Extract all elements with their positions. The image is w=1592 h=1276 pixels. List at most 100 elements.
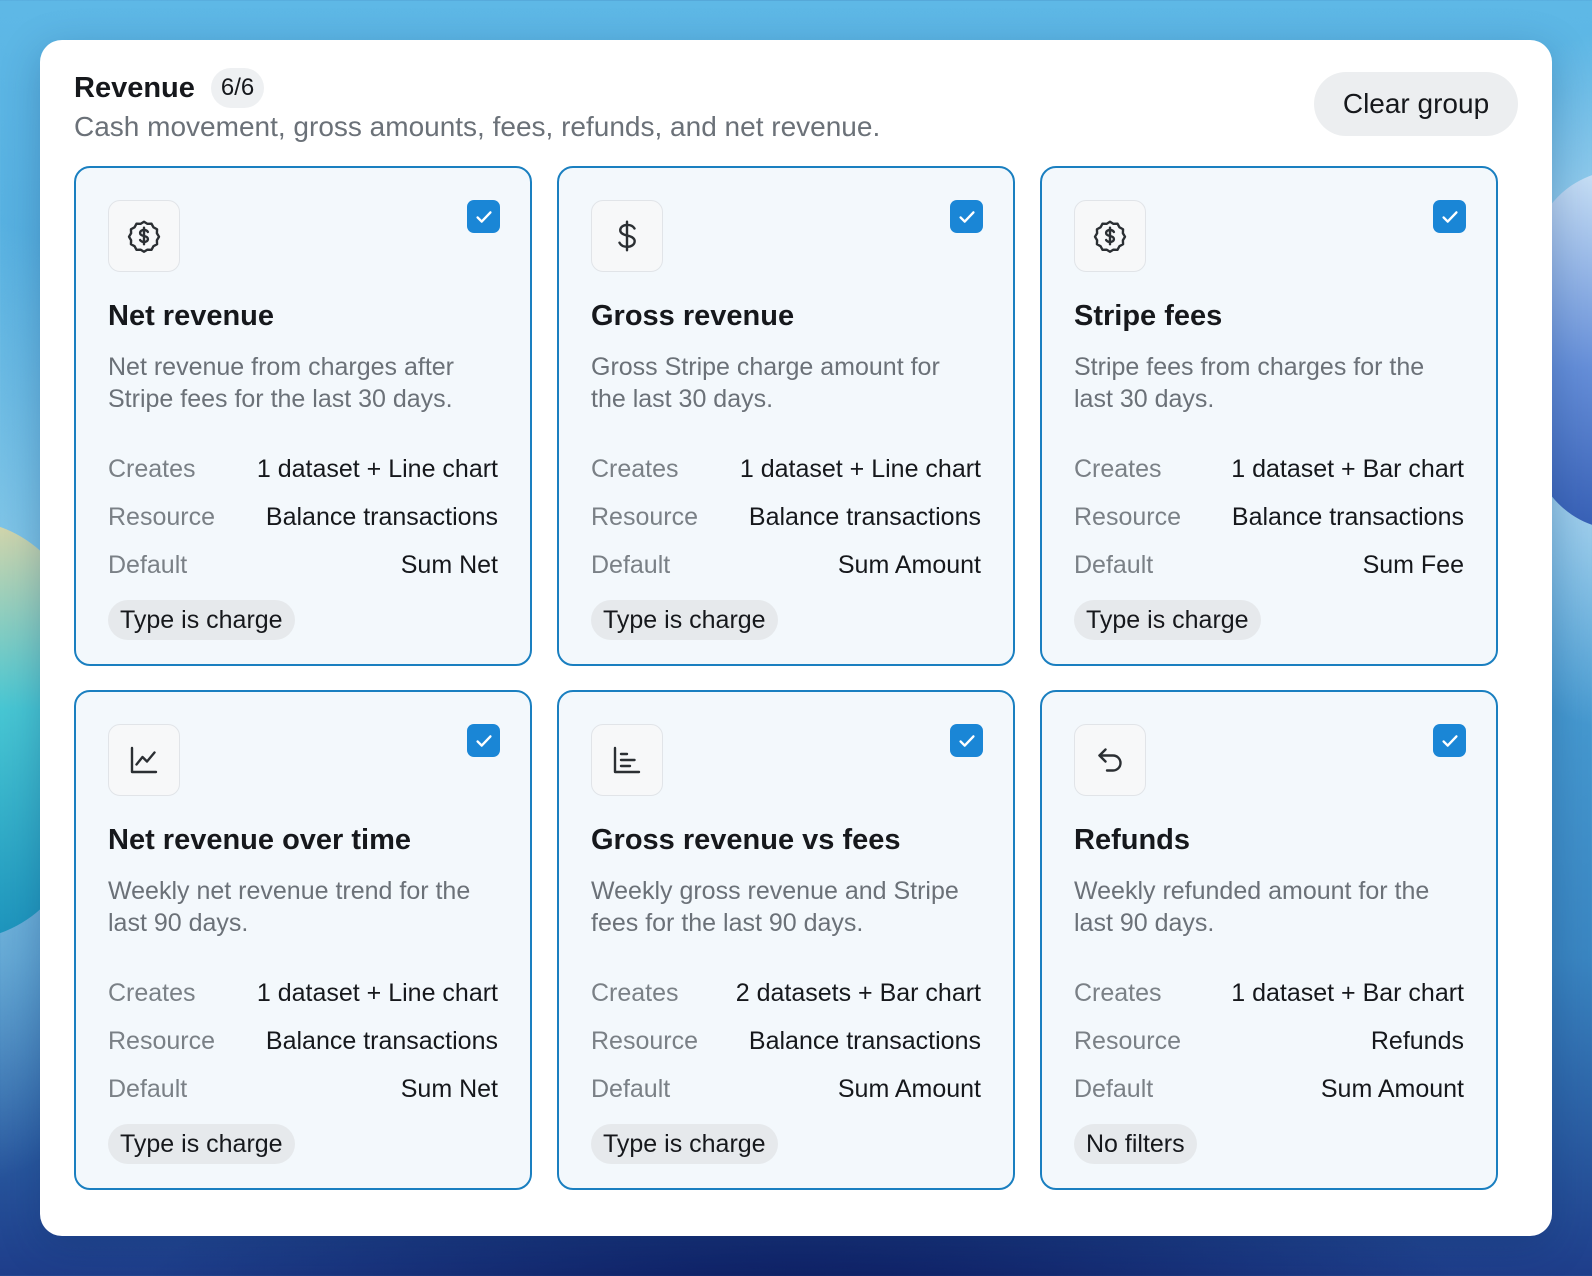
group-title-row: Revenue 6/6 xyxy=(74,66,1518,110)
checkbox-checked[interactable] xyxy=(1433,724,1466,757)
filter-chip: No filters xyxy=(1074,1124,1197,1164)
meta-label: Creates xyxy=(1074,454,1162,483)
group-header: Revenue 6/6 Cash movement, gross amounts… xyxy=(74,66,1518,166)
meta-row-resource: Resource Balance transactions xyxy=(108,493,498,541)
meta-row-default: Default Sum Amount xyxy=(591,541,981,589)
meta-row-resource: Resource Balance transactions xyxy=(591,1017,981,1065)
metric-card[interactable]: Gross revenue vs fees Weekly gross revenu… xyxy=(557,690,1015,1190)
meta-row-default: Default Sum Amount xyxy=(1074,1065,1464,1113)
checkmark-icon xyxy=(1439,206,1461,228)
meta-label: Creates xyxy=(108,454,196,483)
meta-value-creates: 1 dataset + Line chart xyxy=(256,454,498,483)
meta-row-creates: Creates 1 dataset + Line chart xyxy=(108,445,498,493)
card-title: Net revenue xyxy=(108,300,275,332)
meta-label: Default xyxy=(1074,550,1154,579)
card-description: Weekly net revenue trend for the last 90… xyxy=(108,877,471,937)
card-description: Weekly gross revenue and Stripe fees for… xyxy=(591,877,959,937)
meta-value-default: Sum Amount xyxy=(1320,1074,1464,1103)
meta-value-default: Sum Net xyxy=(400,1074,498,1103)
checkmark-icon xyxy=(1439,730,1461,752)
meta-value-creates: 1 dataset + Line chart xyxy=(739,454,981,483)
card-meta: Creates 1 dataset + Bar chart Resource Bala… xyxy=(1074,445,1464,589)
checkbox-checked[interactable] xyxy=(1433,200,1466,233)
meta-value-default: Sum Net xyxy=(400,550,498,579)
meta-value-resource: Balance transactions xyxy=(748,1026,981,1055)
card-meta: Creates 1 dataset + Line chart Resource Bal… xyxy=(591,445,981,589)
line-chart-icon xyxy=(108,724,180,796)
meta-value-creates: 1 dataset + Bar chart xyxy=(1231,454,1464,483)
metric-card[interactable]: Net revenue over time Weekly net revenue … xyxy=(74,690,532,1190)
selection-count-badge: 6/6 xyxy=(210,68,265,108)
card-description: Weekly refunded amount for the last 90 d… xyxy=(1074,877,1430,937)
filter-chip: Type is charge xyxy=(591,1124,778,1164)
undo-arrow-icon xyxy=(1074,724,1146,796)
meta-row-creates: Creates 1 dataset + Line chart xyxy=(108,969,498,1017)
metric-card[interactable]: Refunds Weekly refunded amount for the la… xyxy=(1040,690,1498,1190)
checkmark-icon xyxy=(956,206,978,228)
meta-label: Creates xyxy=(591,454,679,483)
metric-card[interactable]: Stripe fees Stripe fees from charges for … xyxy=(1040,166,1498,666)
meta-label: Default xyxy=(591,1074,671,1103)
meta-row-creates: Creates 1 dataset + Bar chart xyxy=(1074,445,1464,493)
metric-card[interactable]: Net revenue Net revenue from charges afte… xyxy=(74,166,532,666)
meta-value-resource: Balance transactions xyxy=(748,502,981,531)
checkmark-icon xyxy=(956,730,978,752)
checkbox-checked[interactable] xyxy=(950,724,983,757)
meta-label: Default xyxy=(1074,1074,1154,1103)
meta-value-resource: Balance transactions xyxy=(1231,502,1464,531)
meta-label: Resource xyxy=(591,1026,698,1055)
meta-label: Resource xyxy=(108,1026,215,1055)
card-title: Refunds xyxy=(1074,824,1190,856)
card-title: Net revenue over time xyxy=(108,824,412,856)
meta-row-default: Default Sum Net xyxy=(108,541,498,589)
checkbox-checked[interactable] xyxy=(950,200,983,233)
dollar-circle-icon xyxy=(108,200,180,272)
meta-value-creates: 1 dataset + Bar chart xyxy=(1231,978,1464,1007)
card-meta: Creates 1 dataset + Line chart Resource Bal… xyxy=(108,445,498,589)
group-title: Revenue xyxy=(74,71,195,104)
card-title: Stripe fees xyxy=(1074,300,1223,332)
meta-label: Resource xyxy=(1074,1026,1181,1055)
card-meta: Creates 1 dataset + Bar chart Resource Refu… xyxy=(1074,969,1464,1113)
meta-row-resource: Resource Balance transactions xyxy=(108,1017,498,1065)
meta-row-default: Default Sum Net xyxy=(108,1065,498,1113)
meta-row-creates: Creates 1 dataset + Bar chart xyxy=(1074,969,1464,1017)
meta-label: Resource xyxy=(591,502,698,531)
card-description: Stripe fees from charges for the last 30… xyxy=(1074,353,1425,413)
meta-value-resource: Refunds xyxy=(1370,1026,1464,1055)
checkbox-checked[interactable] xyxy=(467,200,500,233)
filter-chip: Type is charge xyxy=(1074,600,1261,640)
dollar-circle-icon xyxy=(1074,200,1146,272)
meta-value-resource: Balance transactions xyxy=(265,502,498,531)
checkmark-icon xyxy=(473,730,495,752)
meta-row-resource: Resource Balance transactions xyxy=(591,493,981,541)
meta-value-default: Sum Amount xyxy=(837,550,981,579)
metric-card[interactable]: Gross revenue Gross Stripe charge amount … xyxy=(557,166,1015,666)
meta-label: Creates xyxy=(591,978,679,1007)
card-title: Gross revenue vs fees xyxy=(591,824,901,856)
meta-row-creates: Creates 2 datasets + Bar chart xyxy=(591,969,981,1017)
clear-group-button[interactable]: Clear group xyxy=(1314,72,1518,136)
meta-label: Resource xyxy=(108,502,215,531)
filter-chip: Type is charge xyxy=(108,1124,295,1164)
meta-label: Creates xyxy=(1074,978,1162,1007)
meta-label: Default xyxy=(108,550,188,579)
meta-value-default: Sum Amount xyxy=(837,1074,981,1103)
filter-chip: Type is charge xyxy=(591,600,778,640)
meta-row-default: Default Sum Amount xyxy=(591,1065,981,1113)
meta-label: Default xyxy=(108,1074,188,1103)
meta-label: Default xyxy=(591,550,671,579)
meta-value-resource: Balance transactions xyxy=(265,1026,498,1055)
dollar-sign-icon xyxy=(591,200,663,272)
bar-chart-horizontal-icon xyxy=(591,724,663,796)
checkbox-checked[interactable] xyxy=(467,724,500,757)
card-description: Net revenue from charges after Stripe fe… xyxy=(108,353,454,413)
meta-row-default: Default Sum Fee xyxy=(1074,541,1464,589)
card-description: Gross Stripe charge amount for the last … xyxy=(591,353,940,413)
card-title: Gross revenue xyxy=(591,300,795,332)
meta-row-resource: Resource Balance transactions xyxy=(1074,493,1464,541)
metric-card-grid: Net revenue Net revenue from charges afte… xyxy=(74,166,1518,1190)
meta-row-creates: Creates 1 dataset + Line chart xyxy=(591,445,981,493)
group-description: Cash movement, gross amounts, fees, refu… xyxy=(74,111,881,142)
filter-chip: Type is charge xyxy=(108,600,295,640)
